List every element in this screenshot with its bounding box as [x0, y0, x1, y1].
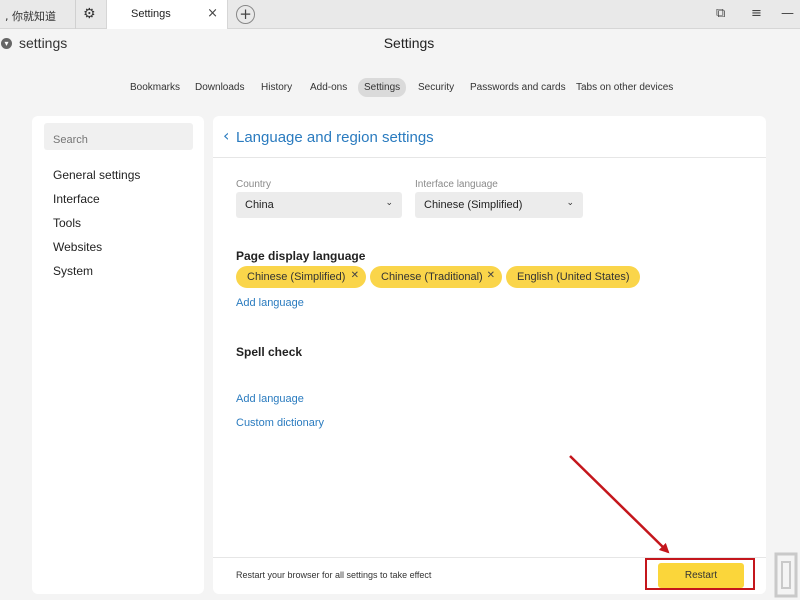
- settings-nav: Bookmarks Downloads History Add-ons Sett…: [0, 78, 800, 98]
- watermark-logo: [774, 552, 798, 598]
- nav-history[interactable]: History: [255, 78, 298, 97]
- nav-settings[interactable]: Settings: [358, 78, 407, 97]
- tab-previous[interactable]: , 你就知道: [0, 0, 76, 29]
- nav-bookmarks[interactable]: Bookmarks: [124, 78, 186, 97]
- spell-add-language-link[interactable]: Add language: [236, 393, 304, 405]
- tab-previous-label: , 你就知道: [5, 10, 56, 23]
- new-tab-button[interactable]: +: [236, 5, 255, 24]
- page-display-language-title: Page display language: [236, 249, 366, 263]
- language-chip: Chinese (Simplified) ✕: [236, 266, 366, 288]
- sidebar-item-general-settings[interactable]: General settings: [53, 168, 140, 182]
- language-chip: English (United States): [506, 266, 640, 288]
- sidebar-item-tools[interactable]: Tools: [53, 216, 81, 230]
- menu-icon[interactable]: ≡: [751, 6, 762, 21]
- tab-strip: , 你就知道 ⚙ Settings × + ⧉ ≡ —: [0, 0, 800, 30]
- tab-settings[interactable]: Settings ×: [106, 0, 228, 30]
- country-label: Country: [236, 179, 272, 190]
- chevron-down-icon: ⌄: [566, 198, 574, 208]
- interface-language-value: Chinese (Simplified): [424, 199, 523, 211]
- chevron-down-icon: ⌄: [385, 198, 393, 208]
- remove-icon[interactable]: ✕: [351, 270, 359, 281]
- nav-tabs-other-devices[interactable]: Tabs on other devices: [570, 78, 679, 97]
- nav-downloads[interactable]: Downloads: [189, 78, 250, 97]
- settings-gear-icon: ⚙: [83, 6, 96, 22]
- interface-language-select[interactable]: Chinese (Simplified) ⌄: [415, 192, 583, 218]
- panel-title: Language and region settings: [236, 129, 434, 146]
- country-select[interactable]: China ⌄: [236, 192, 402, 218]
- custom-dictionary-link[interactable]: Custom dictionary: [236, 417, 324, 429]
- address-bar: ▾ settings Settings: [0, 29, 800, 59]
- minimize-icon[interactable]: —: [781, 6, 794, 21]
- close-tab-icon[interactable]: ×: [207, 6, 218, 21]
- add-language-link[interactable]: Add language: [236, 297, 304, 309]
- remove-icon[interactable]: ✕: [487, 270, 495, 281]
- tab-settings-label: Settings: [131, 8, 171, 20]
- language-chip-label: Chinese (Traditional): [381, 271, 483, 283]
- sidebar-item-websites[interactable]: Websites: [53, 240, 102, 254]
- search-input[interactable]: [44, 123, 193, 150]
- language-chip-label: English (United States): [517, 271, 630, 283]
- country-value: China: [245, 199, 274, 211]
- divider: [213, 157, 766, 158]
- back-chevron-icon[interactable]: ‹: [223, 126, 229, 145]
- language-chip-label: Chinese (Simplified): [247, 271, 346, 283]
- nav-security[interactable]: Security: [412, 78, 460, 97]
- restart-button[interactable]: Restart: [658, 563, 744, 588]
- sidebar-item-interface[interactable]: Interface: [53, 192, 100, 206]
- restart-notice: Restart your browser for all settings to…: [236, 570, 432, 580]
- settings-sidebar: General settings Interface Tools Website…: [32, 116, 204, 594]
- language-chip: Chinese (Traditional) ✕: [370, 266, 502, 288]
- page-title: Settings: [383, 35, 435, 51]
- interface-language-label: Interface language: [415, 179, 498, 190]
- nav-add-ons[interactable]: Add-ons: [304, 78, 353, 97]
- sidebar-item-system[interactable]: System: [53, 264, 93, 278]
- language-region-panel: ‹ Language and region settings Country C…: [213, 116, 766, 594]
- bookmarks-panel-icon[interactable]: ⧉: [716, 6, 725, 21]
- nav-passwords-and-cards[interactable]: Passwords and cards: [464, 78, 572, 97]
- spell-check-title: Spell check: [236, 345, 303, 359]
